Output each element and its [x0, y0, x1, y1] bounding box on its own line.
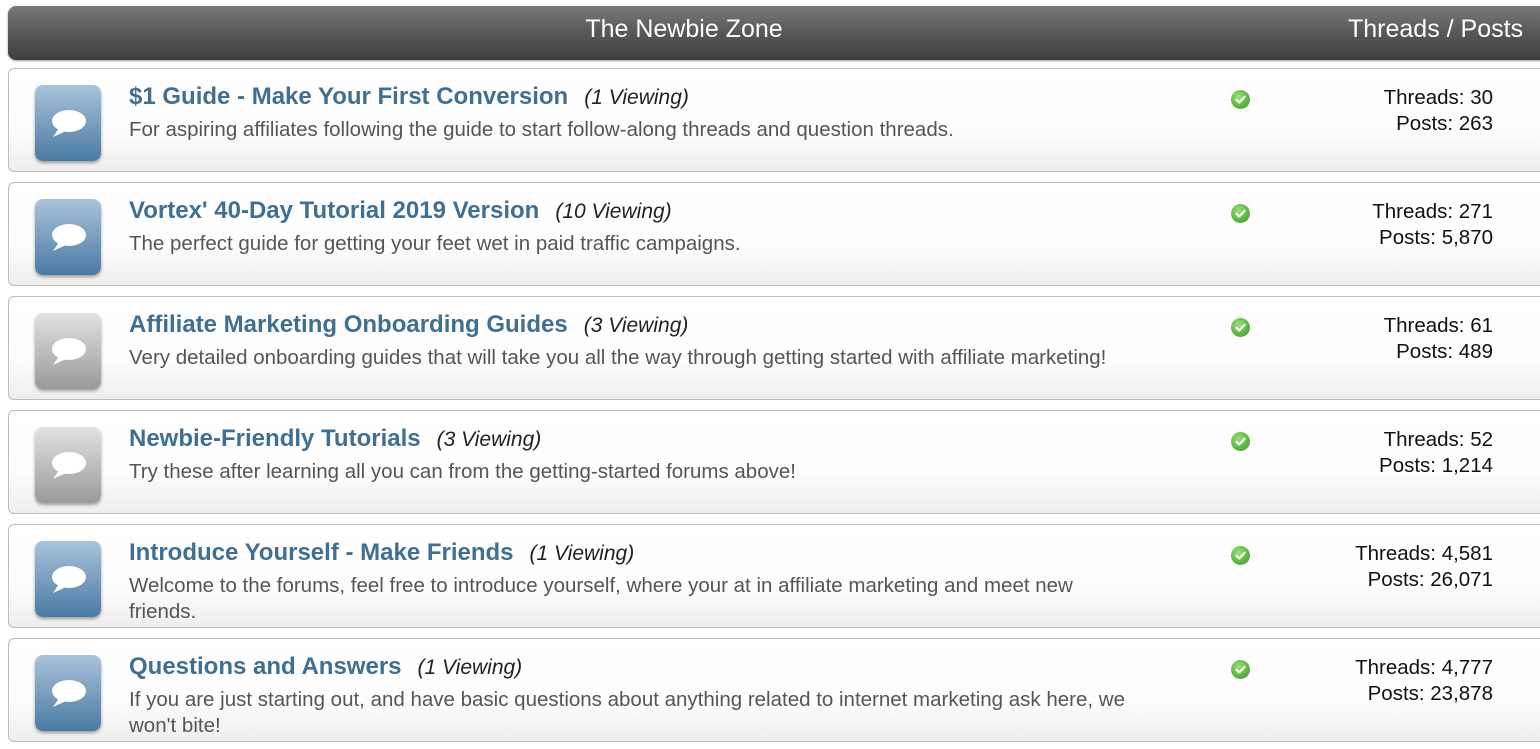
speech-bubble-icon[interactable]: [35, 541, 101, 617]
forum-stats: Threads: 30 Posts: 263: [1269, 85, 1493, 137]
post-count: Posts: 5,870: [1379, 226, 1493, 249]
forum-row: $1 Guide - Make Your First Conversion (1 …: [8, 68, 1540, 172]
speech-bubble-icon[interactable]: [35, 427, 101, 503]
forum-title-link[interactable]: Questions and Answers: [129, 653, 402, 680]
post-count: Posts: 23,878: [1367, 682, 1493, 705]
category-title[interactable]: The Newbie Zone: [8, 6, 1360, 52]
forum-row: Newbie-Friendly Tutorials (3 Viewing) Try…: [8, 410, 1540, 514]
checkmark-icon: [1231, 318, 1250, 337]
checkmark-icon: [1231, 90, 1250, 109]
forum-title-line: Affiliate Marketing Onboarding Guides (3 …: [129, 311, 688, 339]
forum-stats: Threads: 61 Posts: 489: [1269, 313, 1493, 365]
forum-title-link[interactable]: Introduce Yourself - Make Friends: [129, 539, 514, 566]
forum-title-line: Questions and Answers (1 Viewing): [129, 653, 522, 681]
viewing-count: (1 Viewing): [417, 656, 523, 679]
forum-stats: Threads: 271 Posts: 5,870: [1269, 199, 1493, 251]
forum-title-link[interactable]: Vortex' 40-Day Tutorial 2019 Version: [129, 197, 539, 224]
forum-stats: Threads: 52 Posts: 1,214: [1269, 427, 1493, 479]
forum-title-link[interactable]: $1 Guide - Make Your First Conversion: [129, 83, 568, 110]
forum-description: Very detailed onboarding guides that wil…: [129, 346, 1107, 369]
thread-count: Threads: 52: [1383, 428, 1493, 451]
forum-stats: Threads: 4,581 Posts: 26,071: [1269, 541, 1493, 593]
forum-description: If you are just starting out, and have b…: [129, 688, 1125, 737]
forum-description: Try these after learning all you can fro…: [129, 460, 796, 483]
speech-bubble-icon[interactable]: [35, 313, 101, 389]
forum-description: For aspiring affiliates following the gu…: [129, 118, 954, 141]
post-count: Posts: 489: [1396, 340, 1493, 363]
speech-bubble-icon[interactable]: [35, 85, 101, 161]
forum-row: Vortex' 40-Day Tutorial 2019 Version (10 …: [8, 182, 1540, 286]
speech-bubble-icon[interactable]: [35, 655, 101, 731]
post-count: Posts: 263: [1396, 112, 1493, 135]
forum-description: The perfect guide for getting your feet …: [129, 232, 741, 255]
forum-title-line: Introduce Yourself - Make Friends (1 View…: [129, 539, 634, 567]
post-count: Posts: 1,214: [1379, 454, 1493, 477]
forum-title-link[interactable]: Newbie-Friendly Tutorials: [129, 425, 421, 452]
thread-count: Threads: 4,777: [1355, 656, 1493, 679]
checkmark-icon: [1231, 546, 1250, 565]
forum-title-line: $1 Guide - Make Your First Conversion (1 …: [129, 83, 689, 111]
threads-posts-header: Threads / Posts: [1348, 15, 1524, 43]
speech-bubble-icon[interactable]: [35, 199, 101, 275]
forum-title-line: Vortex' 40-Day Tutorial 2019 Version (10 …: [129, 197, 672, 225]
post-count: Posts: 26,071: [1367, 568, 1493, 591]
viewing-count: (10 Viewing): [555, 200, 672, 223]
viewing-count: (3 Viewing): [436, 428, 542, 451]
thread-count: Threads: 61: [1383, 314, 1493, 337]
thread-count: Threads: 4,581: [1355, 542, 1493, 565]
thread-count: Threads: 30: [1383, 86, 1493, 109]
checkmark-icon: [1231, 660, 1250, 679]
forum-description: Welcome to the forums, feel free to intr…: [129, 574, 1073, 623]
category-header: The Newbie Zone Threads / Posts: [8, 6, 1540, 60]
forum-title-link[interactable]: Affiliate Marketing Onboarding Guides: [129, 311, 568, 338]
forum-row: Questions and Answers (1 Viewing) If you …: [8, 638, 1540, 742]
forum-stats: Threads: 4,777 Posts: 23,878: [1269, 655, 1493, 707]
viewing-count: (1 Viewing): [584, 86, 689, 109]
forum-row: Introduce Yourself - Make Friends (1 View…: [8, 524, 1540, 628]
forum-title-line: Newbie-Friendly Tutorials (3 Viewing): [129, 425, 541, 453]
viewing-count: (1 Viewing): [529, 542, 635, 565]
checkmark-icon: [1231, 204, 1250, 223]
checkmark-icon: [1231, 432, 1250, 451]
forum-row: Affiliate Marketing Onboarding Guides (3 …: [8, 296, 1540, 400]
thread-count: Threads: 271: [1372, 200, 1493, 223]
forum-category-page: The Newbie Zone Threads / Posts $1 Guide…: [0, 0, 1540, 749]
viewing-count: (3 Viewing): [583, 314, 689, 337]
